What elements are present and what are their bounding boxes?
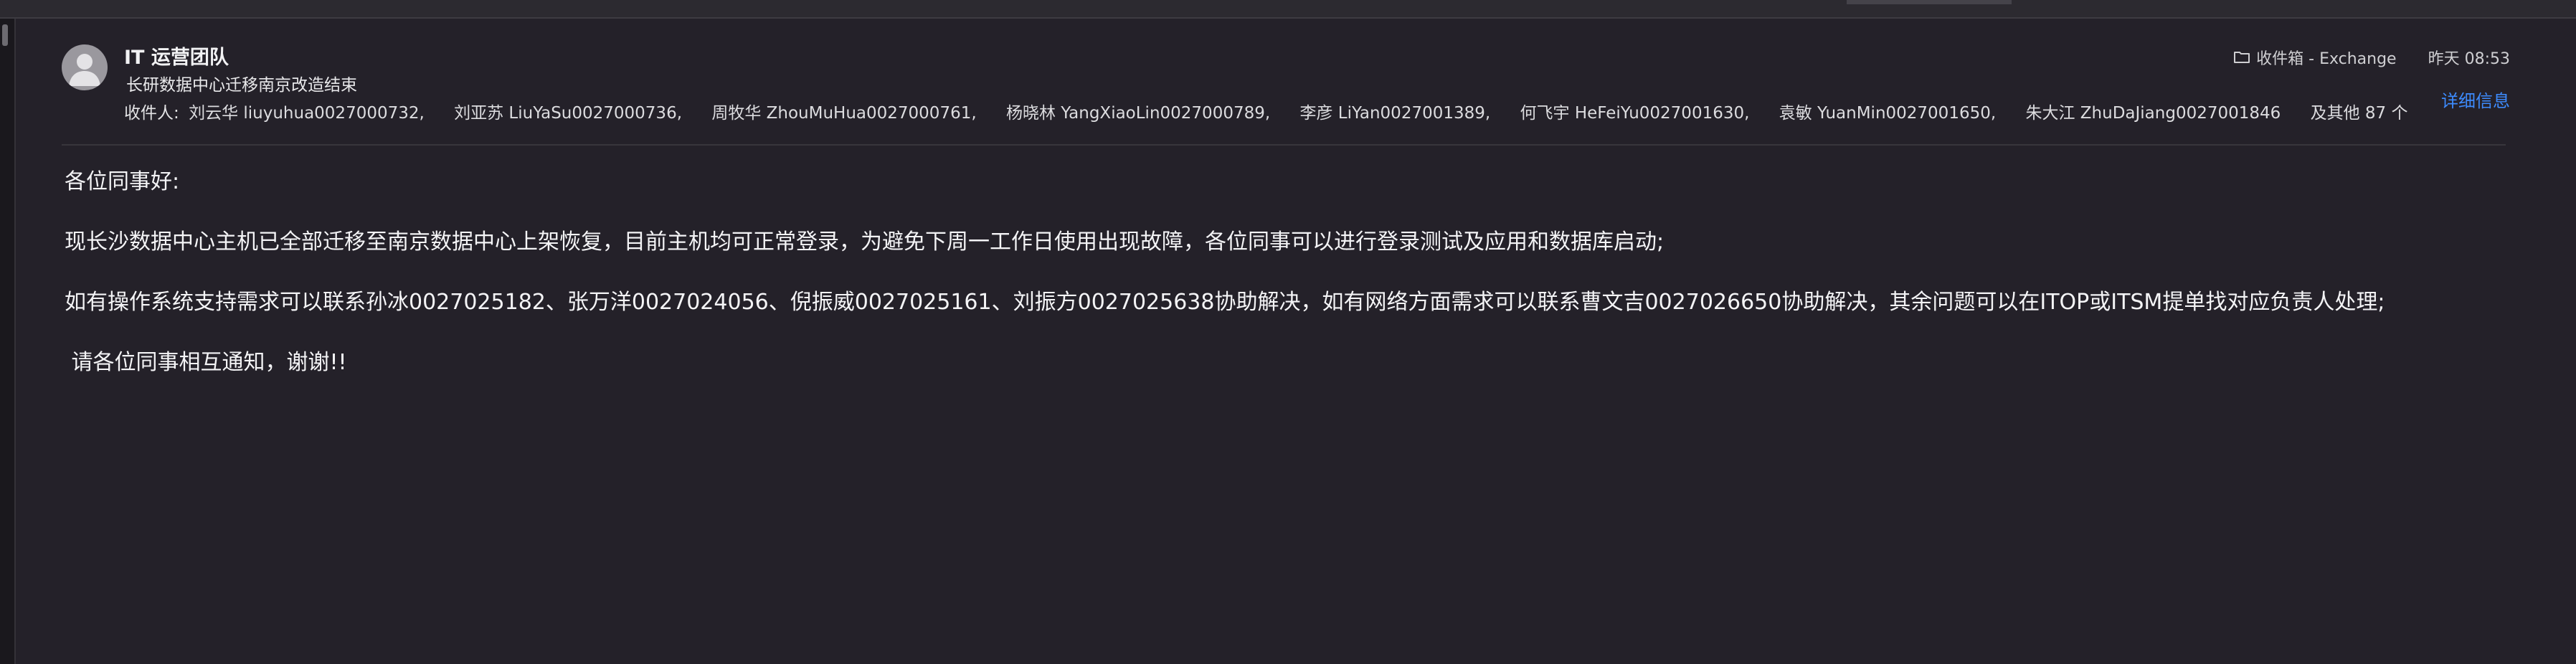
recipients-more[interactable]: 及其他 87 个 xyxy=(2311,104,2408,123)
folder-icon xyxy=(2233,50,2250,65)
email-body: 各位同事好: 现长沙数据中心主机已全部迁移至南京数据中心上架恢复，目前主机均可正… xyxy=(65,169,2532,410)
mail-reader-window: IT 运营团队 长研数据中心迁移南京改造结束 收件人: 刘云华 liuyuhua… xyxy=(0,0,2576,664)
body-paragraph-3: 请各位同事相互通知，谢谢!! xyxy=(65,350,347,375)
sender-avatar[interactable] xyxy=(62,44,108,90)
timestamp: 昨天 08:53 xyxy=(2428,50,2510,68)
header-divider xyxy=(62,144,2506,146)
sender-name[interactable]: IT 运营团队 xyxy=(124,42,229,70)
recipient-item[interactable]: 何飞宇 HeFeiYu0027001630, xyxy=(1520,104,1750,123)
person-icon xyxy=(69,54,100,86)
body-paragraph-1: 现长沙数据中心主机已全部迁移至南京数据中心上架恢复，目前主机均可正常登录，为避免… xyxy=(65,229,1665,255)
message-list-edge[interactable] xyxy=(0,19,16,664)
recipient-item[interactable]: 朱大江 ZhuDaJiang0027001846 xyxy=(2025,104,2281,123)
top-toolbar xyxy=(0,0,2576,19)
toolbar-segment[interactable] xyxy=(1847,0,2012,4)
message-meta: 收件箱 - Exchange 昨天 08:53 xyxy=(2233,46,2510,69)
details-link[interactable]: 详细信息 xyxy=(2441,87,2510,112)
recipients-line: 收件人: 刘云华 liuyuhua0027000732, 刘亚苏 LiuYaSu… xyxy=(124,99,2408,123)
recipient-item[interactable]: 李彦 LiYan0027001389, xyxy=(1299,104,1490,123)
scrollbar-thumb[interactable] xyxy=(2,24,8,46)
recipient-item[interactable]: 刘云华 liuyuhua0027000732, xyxy=(189,104,425,123)
recipients-label: 收件人: xyxy=(124,104,179,123)
recipient-item[interactable]: 刘亚苏 LiuYaSu0027000736, xyxy=(454,104,682,123)
body-paragraph-2: 如有操作系统支持需求可以联系孙冰0027025182、张万洋0027024056… xyxy=(65,290,2385,315)
mailbox-name: 收件箱 - Exchange xyxy=(2256,50,2397,68)
recipient-item[interactable]: 杨晓林 YangXiaoLin0027000789, xyxy=(1006,104,1270,123)
recipient-item[interactable]: 周牧华 ZhouMuHua0027000761, xyxy=(711,104,976,123)
body-greeting: 各位同事好: xyxy=(65,169,180,194)
email-subject: 长研数据中心迁移南京改造结束 xyxy=(126,76,357,95)
recipient-item[interactable]: 袁敏 YuanMin0027001650, xyxy=(1779,104,1996,123)
